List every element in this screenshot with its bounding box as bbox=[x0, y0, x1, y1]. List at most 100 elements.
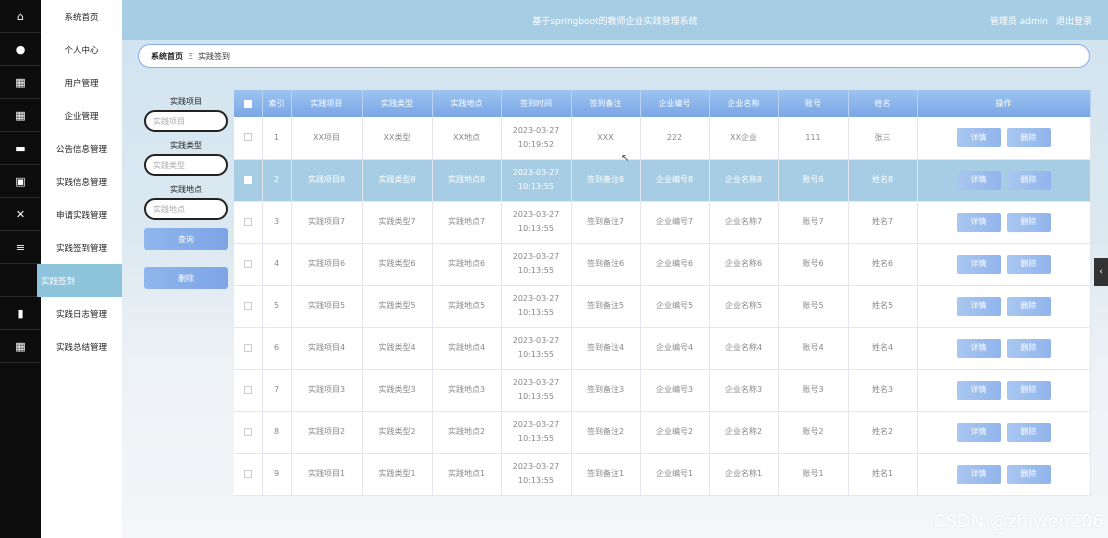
table-cell: 实践项目3 bbox=[291, 369, 363, 412]
home-icon[interactable]: ⌂ bbox=[0, 0, 41, 33]
delete-button[interactable]: 删除 bbox=[1006, 296, 1051, 316]
detail-button[interactable]: 详情 bbox=[956, 212, 1001, 232]
sidebar-item-home[interactable]: 系统首页 bbox=[41, 0, 122, 33]
table-row[interactable]: 6 实践项目4 实践类型4 实践地点4 2023-03-27 10:13:55 签到备注4… bbox=[234, 327, 1091, 370]
table-cell: 实践类型6 bbox=[362, 243, 433, 286]
table-cell: 实践地点1 bbox=[432, 453, 502, 496]
table-row[interactable]: 9 实践项目1 实践类型1 实践地点1 2023-03-27 10:13:55 签到备注1… bbox=[234, 453, 1091, 496]
table-cell: 实践地点4 bbox=[432, 327, 502, 370]
table-cell: 实践地点2 bbox=[432, 411, 502, 454]
delete-button[interactable]: 删除 bbox=[1006, 254, 1051, 274]
sidebar-menu: 系统首页 个人中心 用户管理 企业管理 公告信息管理 实践信息管理 申请实践管理… bbox=[37, 0, 122, 538]
detail-button[interactable]: 详情 bbox=[956, 380, 1001, 400]
col-header: 实践项目 bbox=[291, 90, 363, 117]
select-all-checkbox[interactable] bbox=[234, 90, 263, 117]
detail-button[interactable]: 详情 bbox=[956, 464, 1001, 484]
row-checkbox[interactable] bbox=[234, 453, 263, 496]
delete-button[interactable]: 删除 bbox=[1006, 338, 1051, 358]
sidebar-item-profile[interactable]: 个人中心 bbox=[41, 33, 122, 66]
sidebar-item-practice-info[interactable]: 实践信息管理 bbox=[41, 165, 122, 198]
sidebar-item-company[interactable]: 企业管理 bbox=[41, 99, 122, 132]
search-panel: 实践项目 实践项目 实践类型 实践类型 实践地点 实践地点 查询 bbox=[144, 96, 228, 250]
sidebar-item-signin[interactable]: 实践签到 bbox=[37, 264, 122, 297]
table-cell: 2023-03-27 10:13:55 bbox=[501, 369, 572, 412]
blank-icon bbox=[0, 264, 41, 297]
sidebar-item-log[interactable]: 实践日志管理 bbox=[41, 297, 122, 330]
project-input[interactable]: 实践项目 bbox=[144, 110, 228, 132]
table-cell: 实践类型1 bbox=[362, 453, 433, 496]
table-cell: 企业名称2 bbox=[709, 411, 779, 454]
table-cell: 企业编号7 bbox=[640, 201, 710, 244]
logout-link[interactable]: 退出登录 bbox=[1056, 14, 1092, 27]
detail-button[interactable]: 详情 bbox=[956, 422, 1001, 442]
delete-button[interactable]: 删除 bbox=[1006, 212, 1051, 232]
row-checkbox[interactable] bbox=[234, 285, 263, 328]
query-button[interactable]: 查询 bbox=[144, 228, 228, 250]
location-input[interactable]: 实践地点 bbox=[144, 198, 228, 220]
user-icon[interactable]: ● bbox=[0, 33, 41, 66]
row-actions: 详情 删除 bbox=[917, 327, 1091, 370]
table-cell: 222 bbox=[640, 117, 710, 160]
table-cell: XX类型 bbox=[362, 117, 433, 160]
grid-icon[interactable]: ▦ bbox=[0, 330, 41, 363]
sidebar-item-users[interactable]: 用户管理 bbox=[41, 66, 122, 99]
row-actions: 详情 删除 bbox=[917, 243, 1091, 286]
row-actions: 详情 删除 bbox=[917, 285, 1091, 328]
grid-icon[interactable]: ▦ bbox=[0, 99, 41, 132]
table-cell: 账号4 bbox=[778, 327, 849, 370]
bar-chart-icon[interactable]: ▮ bbox=[0, 297, 41, 330]
table-cell: 实践地点3 bbox=[432, 369, 502, 412]
breadcrumb-home[interactable]: 系统首页 bbox=[151, 51, 183, 62]
table-cell: 签到备注1 bbox=[571, 453, 641, 496]
table-row[interactable]: 5 实践项目5 实践类型5 实践地点5 2023-03-27 10:13:55 签到备注5… bbox=[234, 285, 1091, 328]
table-cell: 企业名称7 bbox=[709, 201, 779, 244]
detail-button[interactable]: 详情 bbox=[956, 254, 1001, 274]
clipboard-icon[interactable]: ▣ bbox=[0, 165, 41, 198]
row-actions: 详情 删除 bbox=[917, 453, 1091, 496]
table-row[interactable]: 8 实践项目2 实践类型2 实践地点2 2023-03-27 10:13:55 签到备注2… bbox=[234, 411, 1091, 454]
row-checkbox[interactable] bbox=[234, 243, 263, 286]
table-cell: 姓名8 bbox=[848, 159, 918, 202]
sidebar-item-summary[interactable]: 实践总结管理 bbox=[41, 330, 122, 363]
row-checkbox[interactable] bbox=[234, 159, 263, 202]
delete-button[interactable]: 删除 bbox=[1006, 464, 1051, 484]
delete-button[interactable]: 删除 bbox=[1006, 128, 1051, 148]
row-actions: 详情 删除 bbox=[917, 411, 1091, 454]
table-cell: 实践地点7 bbox=[432, 201, 502, 244]
detail-button[interactable]: 详情 bbox=[956, 338, 1001, 358]
table-row[interactable]: 1 XX项目 XX类型 XX地点 2023-03-27 10:19:52 XXX 222 XX… bbox=[234, 117, 1091, 160]
ticket-icon[interactable]: ✕ bbox=[0, 198, 41, 231]
detail-button[interactable]: 详情 bbox=[956, 128, 1001, 148]
table-cell: 签到备注3 bbox=[571, 369, 641, 412]
row-checkbox[interactable] bbox=[234, 369, 263, 412]
table-row[interactable]: 4 实践项目6 实践类型6 实践地点6 2023-03-27 10:13:55 签到备注6… bbox=[234, 243, 1091, 286]
row-checkbox[interactable] bbox=[234, 327, 263, 370]
monitor-icon[interactable]: ▬ bbox=[0, 132, 41, 165]
row-checkbox[interactable] bbox=[234, 117, 263, 160]
table-row[interactable]: 3 实践项目7 实践类型7 实践地点7 2023-03-27 10:13:55 签到备注7… bbox=[234, 201, 1091, 244]
table-cell: 实践地点8 bbox=[432, 159, 502, 202]
row-actions: 详情 删除 bbox=[917, 159, 1091, 202]
table-cell: 企业名称6 bbox=[709, 243, 779, 286]
delete-button[interactable]: 删除 bbox=[1006, 422, 1051, 442]
delete-button[interactable]: 删除 bbox=[1006, 170, 1051, 190]
type-input[interactable]: 实践类型 bbox=[144, 154, 228, 176]
row-checkbox[interactable] bbox=[234, 411, 263, 454]
table-row[interactable]: 2 实践项目8 实践类型8 实践地点8 2023-03-27 10:13:55 签到备注8… bbox=[234, 159, 1091, 202]
batch-delete-button[interactable]: 删除 bbox=[144, 267, 228, 289]
detail-button[interactable]: 详情 bbox=[956, 170, 1001, 190]
col-header: 操作 bbox=[917, 90, 1091, 117]
delete-button[interactable]: 删除 bbox=[1006, 380, 1051, 400]
table-cell: 6 bbox=[262, 327, 292, 370]
sidebar-item-signin-manage[interactable]: 实践签到管理 bbox=[41, 231, 122, 264]
list-icon[interactable]: ≡ bbox=[0, 231, 41, 264]
row-checkbox[interactable] bbox=[234, 201, 263, 244]
table-row[interactable]: 7 实践项目3 实践类型3 实践地点3 2023-03-27 10:13:55 签到备注3… bbox=[234, 369, 1091, 412]
table-cell: 账号1 bbox=[778, 453, 849, 496]
sidebar-item-apply[interactable]: 申请实践管理 bbox=[41, 198, 122, 231]
grid-icon[interactable]: ▦ bbox=[0, 66, 41, 99]
detail-button[interactable]: 详情 bbox=[956, 296, 1001, 316]
table-cell: 实践项目7 bbox=[291, 201, 363, 244]
sidebar-item-notice[interactable]: 公告信息管理 bbox=[41, 132, 122, 165]
chevron-left-icon[interactable]: ‹ bbox=[1094, 258, 1108, 286]
